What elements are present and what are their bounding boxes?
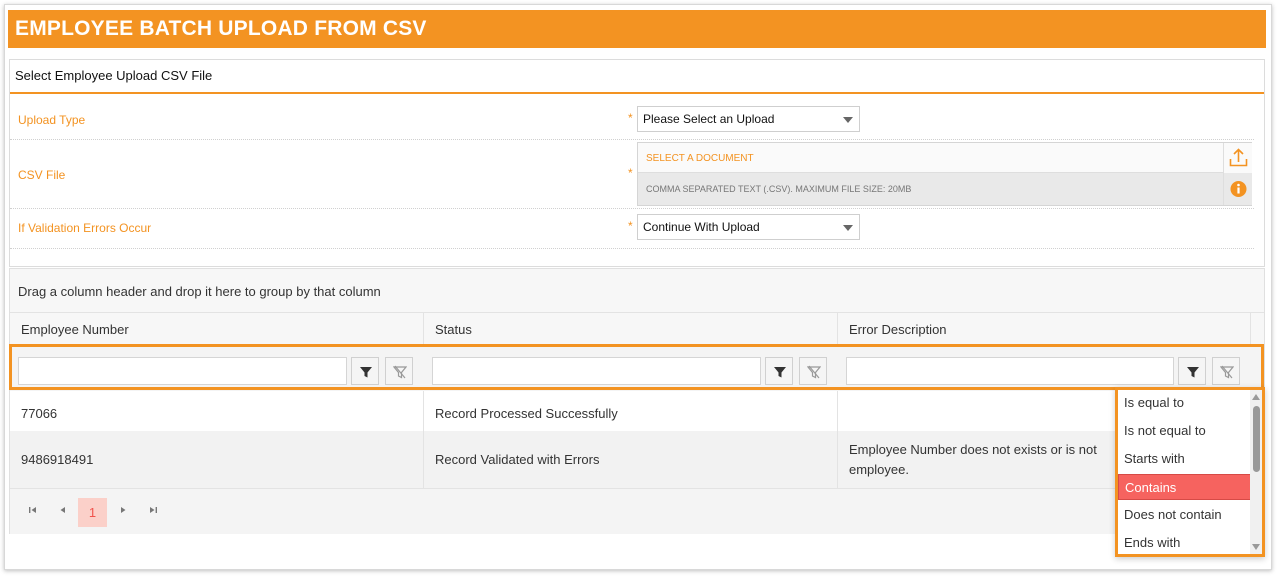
chevron-right-icon [121, 507, 126, 513]
scroll-up-icon[interactable] [1252, 394, 1260, 400]
upload-button[interactable] [1223, 143, 1252, 173]
validation-select[interactable]: Continue With Upload [637, 214, 860, 240]
status-cell: Record Processed Successfully [424, 391, 838, 431]
error-description-text: Employee Number does not exists or is no… [849, 442, 1097, 457]
panel-title: Select Employee Upload CSV File [10, 60, 1264, 94]
upload-icon [1229, 148, 1248, 167]
filter-option-ends-with[interactable]: Ends with [1118, 530, 1251, 554]
upload-type-row: Upload Type * Please Select an Upload [10, 96, 1254, 140]
first-page-icon [29, 507, 36, 513]
table-row[interactable]: 77066 Record Processed Successfully [10, 391, 1264, 431]
info-button[interactable] [1223, 173, 1252, 205]
error-description-text-line2: employee. [849, 462, 909, 477]
chevron-down-icon [843, 225, 853, 231]
last-page-button[interactable] [142, 501, 164, 523]
file-hint-area: COMMA SEPARATED TEXT (.CSV). MAXIMUM FIL… [638, 173, 1223, 205]
select-document-area[interactable]: SELECT A DOCUMENT [638, 143, 1223, 173]
upload-type-select[interactable]: Please Select an Upload [637, 106, 860, 132]
first-page-button[interactable] [22, 501, 44, 523]
chevron-down-icon [843, 117, 853, 123]
employee-number-text: 9486918491 [21, 452, 94, 467]
last-page-icon [150, 507, 157, 513]
required-marker: * [628, 166, 633, 180]
upload-form-panel: Select Employee Upload CSV File Upload T… [9, 59, 1265, 267]
filter-option-is-equal-to[interactable]: Is equal to [1118, 390, 1251, 416]
filter-option-does-not-contain[interactable]: Does not contain [1118, 502, 1251, 528]
page-number-button[interactable]: 1 [78, 498, 107, 527]
validation-label: If Validation Errors Occur [18, 221, 152, 235]
column-header-status[interactable]: Status [424, 313, 838, 346]
next-page-button[interactable] [112, 501, 134, 523]
status-cell: Record Validated with Errors [424, 431, 838, 488]
employee-number-cell: 77066 [10, 391, 424, 431]
filter-option-starts-with[interactable]: Starts with [1118, 446, 1251, 472]
upload-type-label: Upload Type [18, 113, 86, 127]
upload-type-value: Please Select an Upload [643, 112, 775, 126]
page-header: EMPLOYEE BATCH UPLOAD FROM CSV [8, 10, 1266, 48]
validation-row: If Validation Errors Occur * Continue Wi… [10, 209, 1254, 249]
results-grid: Drag a column header and drop it here to… [9, 268, 1265, 534]
chevron-left-icon [60, 507, 65, 513]
scroll-down-icon[interactable] [1252, 544, 1260, 550]
employee-number-cell: 9486918491 [10, 431, 424, 488]
status-text: Record Validated with Errors [435, 452, 600, 467]
employee-number-text: 77066 [21, 406, 58, 421]
table-row[interactable]: 9486918491 Record Validated with Errors … [10, 431, 1264, 488]
info-icon [1230, 181, 1247, 197]
column-header-error-description[interactable]: Error Description [838, 313, 1251, 346]
filter-option-contains[interactable]: Contains [1118, 474, 1251, 500]
page-title: EMPLOYEE BATCH UPLOAD FROM CSV [15, 17, 427, 40]
filter-operator-dropdown: Is equal to Is not equal to Starts with … [1115, 387, 1265, 557]
required-marker: * [628, 111, 633, 125]
file-upload-widget: SELECT A DOCUMENT COMMA SEPARATED TEXT (… [637, 142, 1252, 206]
previous-page-button[interactable] [52, 501, 74, 523]
validation-value: Continue With Upload [643, 220, 760, 234]
file-hint-text: COMMA SEPARATED TEXT (.CSV). MAXIMUM FIL… [646, 184, 912, 194]
scroll-thumb[interactable] [1253, 406, 1260, 472]
filter-row-highlight [9, 344, 1264, 390]
select-document-text: SELECT A DOCUMENT [646, 153, 754, 164]
csv-file-label: CSV File [18, 168, 66, 182]
group-by-hint: Drag a column header and drop it here to… [18, 284, 381, 299]
filter-option-is-not-equal-to[interactable]: Is not equal to [1118, 418, 1251, 444]
required-marker: * [628, 219, 633, 233]
grid-header-row: Employee Number Status Error Description [10, 312, 1264, 346]
column-header-employee-number[interactable]: Employee Number [10, 313, 424, 346]
status-text: Record Processed Successfully [435, 406, 618, 421]
dropdown-scrollbar[interactable] [1250, 390, 1262, 554]
pager: 1 [10, 488, 1264, 534]
